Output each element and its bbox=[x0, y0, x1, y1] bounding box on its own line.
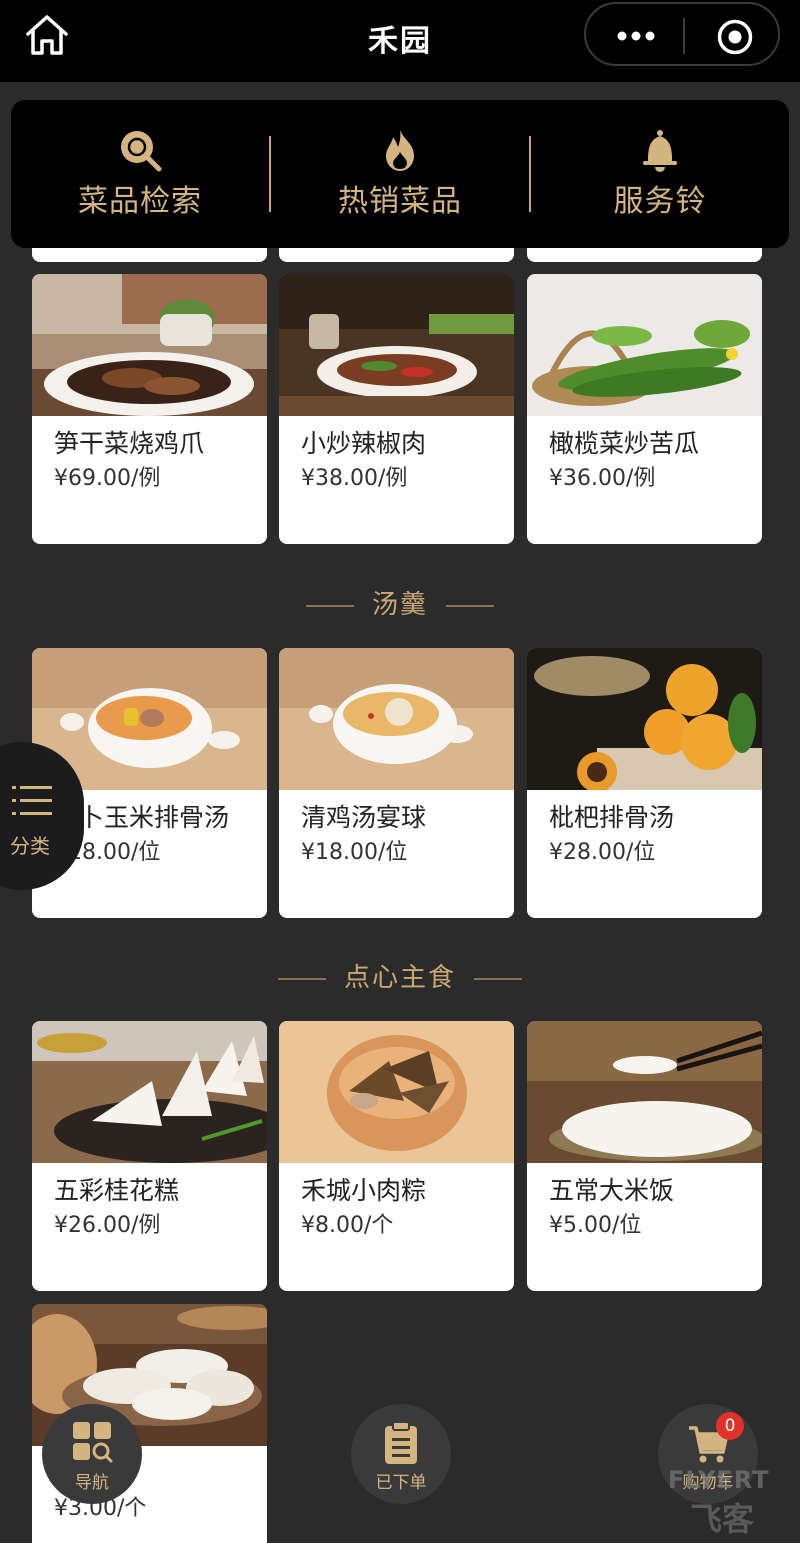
dish-photo bbox=[279, 274, 514, 416]
dish-name: 笋干菜烧鸡爪 bbox=[54, 429, 205, 458]
dish-name: 禾城小肉粽 bbox=[301, 1176, 427, 1205]
fire-icon bbox=[386, 130, 414, 171]
watermark-logo: FLYERT bbox=[668, 1466, 770, 1494]
dish-search-button[interactable]: 菜品检索 bbox=[11, 100, 269, 248]
cart-count-badge: 0 bbox=[716, 1412, 744, 1440]
dish-price: ¥5.00/位 bbox=[549, 1213, 642, 1238]
dish-card[interactable]: 五常大米饭 ¥5.00/位 bbox=[527, 1021, 762, 1291]
close-miniprogram-icon[interactable] bbox=[716, 18, 754, 56]
dish-price: ¥8.00/个 bbox=[301, 1213, 394, 1238]
bell-icon bbox=[643, 130, 677, 172]
dish-card[interactable]: 清鸡汤宴球 ¥18.00/位 bbox=[279, 648, 514, 918]
divider bbox=[277, 977, 326, 980]
dish-card-partial[interactable] bbox=[32, 248, 267, 262]
dish-name: 橄榄菜炒苦瓜 bbox=[549, 429, 700, 458]
quick-action-panel: 菜品检索 热销菜品 服务铃 bbox=[11, 100, 789, 248]
divider bbox=[305, 604, 354, 607]
section-header: 点心主食 bbox=[0, 957, 800, 994]
dish-card[interactable]: 枇杷排骨汤 ¥28.00/位 bbox=[527, 648, 762, 918]
dish-price: ¥36.00/例 bbox=[549, 466, 656, 491]
dish-price: ¥38.00/例 bbox=[301, 466, 408, 491]
quick-action-label: 服务铃 bbox=[613, 184, 707, 219]
dish-photo bbox=[32, 274, 267, 416]
dish-card[interactable]: 小炒辣椒肉 ¥38.00/例 bbox=[279, 274, 514, 544]
dish-price: ¥69.00/例 bbox=[54, 466, 161, 491]
more-icon[interactable] bbox=[616, 26, 656, 46]
dish-photo bbox=[527, 1021, 762, 1163]
watermark-logo: 飞客 bbox=[690, 1500, 755, 1538]
dish-photo bbox=[527, 274, 762, 416]
search-icon bbox=[121, 131, 162, 172]
capsule-divider bbox=[683, 18, 685, 54]
section-header: 汤羹 bbox=[0, 584, 800, 621]
dish-name: 枇杷排骨汤 bbox=[549, 803, 675, 832]
dish-name: 五彩桂花糕 bbox=[54, 1176, 180, 1205]
dish-photo bbox=[527, 648, 762, 790]
section-title: 点心主食 bbox=[343, 963, 456, 993]
category-label: 分类 bbox=[10, 834, 50, 858]
clipboard-icon bbox=[385, 1421, 417, 1464]
divider bbox=[474, 977, 522, 980]
divider bbox=[446, 604, 494, 607]
dish-card-partial[interactable] bbox=[279, 248, 514, 262]
miniprogram-capsule bbox=[584, 2, 780, 66]
navigation-button[interactable]: 导航 bbox=[42, 1404, 142, 1504]
dish-price: ¥28.00/位 bbox=[549, 840, 656, 865]
dish-card[interactable]: 五彩桂花糕 ¥26.00/例 bbox=[32, 1021, 267, 1291]
menu-list-icon bbox=[12, 786, 52, 815]
dish-photo bbox=[32, 1021, 267, 1163]
service-bell-button[interactable]: 服务铃 bbox=[531, 100, 789, 248]
quick-action-label: 热销菜品 bbox=[338, 184, 462, 219]
dish-card[interactable]: 笋干菜烧鸡爪 ¥69.00/例 bbox=[32, 274, 267, 544]
section-title: 汤羹 bbox=[371, 590, 428, 620]
dish-price: ¥18.00/位 bbox=[301, 840, 408, 865]
quick-action-label: 菜品检索 bbox=[78, 184, 202, 219]
dish-card[interactable]: 橄榄菜炒苦瓜 ¥36.00/例 bbox=[527, 274, 762, 544]
grid-search-icon bbox=[73, 1422, 113, 1463]
dish-card-partial[interactable] bbox=[527, 248, 762, 262]
dish-photo bbox=[279, 648, 514, 790]
fab-label: 已下单 bbox=[375, 1473, 427, 1493]
orders-button[interactable]: 已下单 bbox=[351, 1404, 451, 1504]
dish-card[interactable]: 禾城小肉粽 ¥8.00/个 bbox=[279, 1021, 514, 1291]
dish-name: 清鸡汤宴球 bbox=[301, 803, 427, 832]
dish-price: ¥26.00/例 bbox=[54, 1213, 161, 1238]
dish-name: 五常大米饭 bbox=[549, 1176, 675, 1205]
hot-dishes-button[interactable]: 热销菜品 bbox=[271, 100, 529, 248]
fab-label: 导航 bbox=[75, 1473, 109, 1493]
dish-name: 小炒辣椒肉 bbox=[301, 429, 427, 458]
dish-photo bbox=[279, 1021, 514, 1163]
top-navbar: 禾园 bbox=[0, 0, 800, 82]
